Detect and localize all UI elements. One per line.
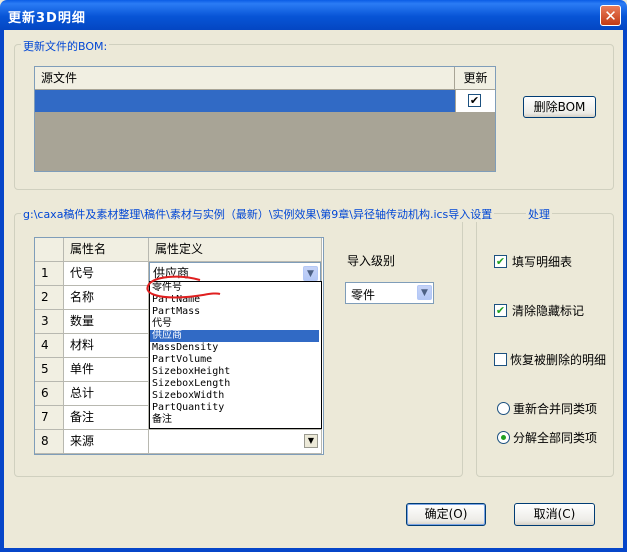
dropdown-option[interactable]: SizeboxLength — [150, 378, 319, 390]
attr-name-cell[interactable]: 代号 — [64, 262, 149, 286]
restore-deleted-checkbox[interactable] — [494, 353, 507, 366]
window-frame-bottom — [0, 548, 627, 552]
attr-name-cell[interactable]: 数量 — [64, 310, 149, 334]
window-frame-right — [623, 30, 627, 552]
row-number: 7 — [35, 406, 64, 430]
clear-hidden-checkbox[interactable]: ✔ — [494, 304, 507, 317]
dropdown-option[interactable]: MassDensity — [150, 342, 319, 354]
cancel-button[interactable]: 取消(C) — [514, 503, 595, 526]
update-checkbox[interactable]: ✔ — [468, 94, 481, 107]
dropdown-arrow-icon[interactable]: ▼ — [304, 434, 318, 448]
bom-list[interactable]: 源文件 更新 ✔ — [34, 66, 496, 172]
bom-row-selected[interactable] — [35, 90, 455, 112]
chevron-down-icon[interactable]: ▼ — [417, 285, 432, 300]
radio-selected-dot — [501, 435, 506, 440]
dropdown-option[interactable]: 备注 — [150, 414, 319, 426]
close-icon: ✕ — [604, 7, 617, 25]
title-bar: 更新3D明细 ✕ — [0, 0, 627, 30]
bom-group-label: 更新文件的BOM: — [21, 38, 110, 54]
clear-hidden-label[interactable]: 清除隐藏标记 — [512, 302, 584, 319]
dropdown-option[interactable]: PartVolume — [150, 354, 319, 366]
attr-def-cell[interactable]: ▼ — [149, 430, 322, 454]
attr-name-cell[interactable]: 来源 — [64, 430, 149, 454]
split-all-radio[interactable] — [497, 431, 510, 444]
attr-name-cell[interactable]: 名称 — [64, 286, 149, 310]
attr-name-cell[interactable]: 材料 — [64, 334, 149, 358]
ok-button[interactable]: 确定(O) — [406, 503, 486, 526]
attr-name-cell[interactable]: 备注 — [64, 406, 149, 430]
delete-bom-button[interactable]: 删除BOM — [523, 96, 596, 118]
import-level-label: 导入级别 — [347, 254, 396, 268]
dropdown-option[interactable]: 代号 — [150, 318, 319, 330]
col-attr-name[interactable]: 属性名 — [64, 238, 149, 262]
restore-deleted-label[interactable]: 恢复被删除的明细 — [510, 351, 606, 368]
bom-row-update-cell[interactable]: ✔ — [456, 90, 495, 112]
row-number: 8 — [35, 430, 64, 454]
merge-same-radio[interactable] — [497, 402, 510, 415]
close-button[interactable]: ✕ — [600, 5, 621, 26]
grid-corner — [35, 238, 64, 262]
process-group-label: 处理 — [526, 206, 552, 222]
import-level-value: 零件 — [351, 288, 376, 302]
red-annotation-loop — [146, 275, 221, 299]
window-frame-left — [0, 30, 4, 552]
window-title: 更新3D明细 — [8, 11, 86, 26]
row-number: 2 — [35, 286, 64, 310]
row-number: 6 — [35, 382, 64, 406]
col-source-file[interactable]: 源文件 — [35, 67, 455, 89]
fill-detail-checkbox[interactable]: ✔ — [494, 255, 507, 268]
dropdown-option[interactable]: PartQuantity — [150, 402, 319, 414]
import-level-select[interactable]: 零件 ▼ — [345, 282, 434, 304]
fill-detail-label[interactable]: 填写明细表 — [512, 253, 572, 270]
merge-same-label[interactable]: 重新合并同类项 — [513, 400, 597, 417]
col-update[interactable]: 更新 — [456, 67, 495, 89]
chevron-down-icon[interactable]: ▼ — [303, 266, 318, 281]
row-number: 3 — [35, 310, 64, 334]
row-number: 5 — [35, 358, 64, 382]
import-settings-label: g:\caxa稿件及素材整理\稿件\素材与实例（最新）\实例效果\第9章\异径轴… — [21, 206, 495, 222]
row-number: 1 — [35, 262, 64, 286]
attr-name-cell[interactable]: 单件 — [64, 358, 149, 382]
dropdown-option[interactable]: SizeboxWidth — [150, 390, 319, 402]
bom-list-header: 源文件 更新 — [35, 67, 495, 90]
attr-name-cell[interactable]: 总计 — [64, 382, 149, 406]
split-all-label[interactable]: 分解全部同类项 — [513, 429, 597, 446]
dropdown-option[interactable]: SizeboxHeight — [150, 366, 319, 378]
row-number: 4 — [35, 334, 64, 358]
dropdown-option-selected[interactable]: 供应商 — [150, 330, 319, 342]
col-attr-definition[interactable]: 属性定义 — [149, 238, 322, 262]
